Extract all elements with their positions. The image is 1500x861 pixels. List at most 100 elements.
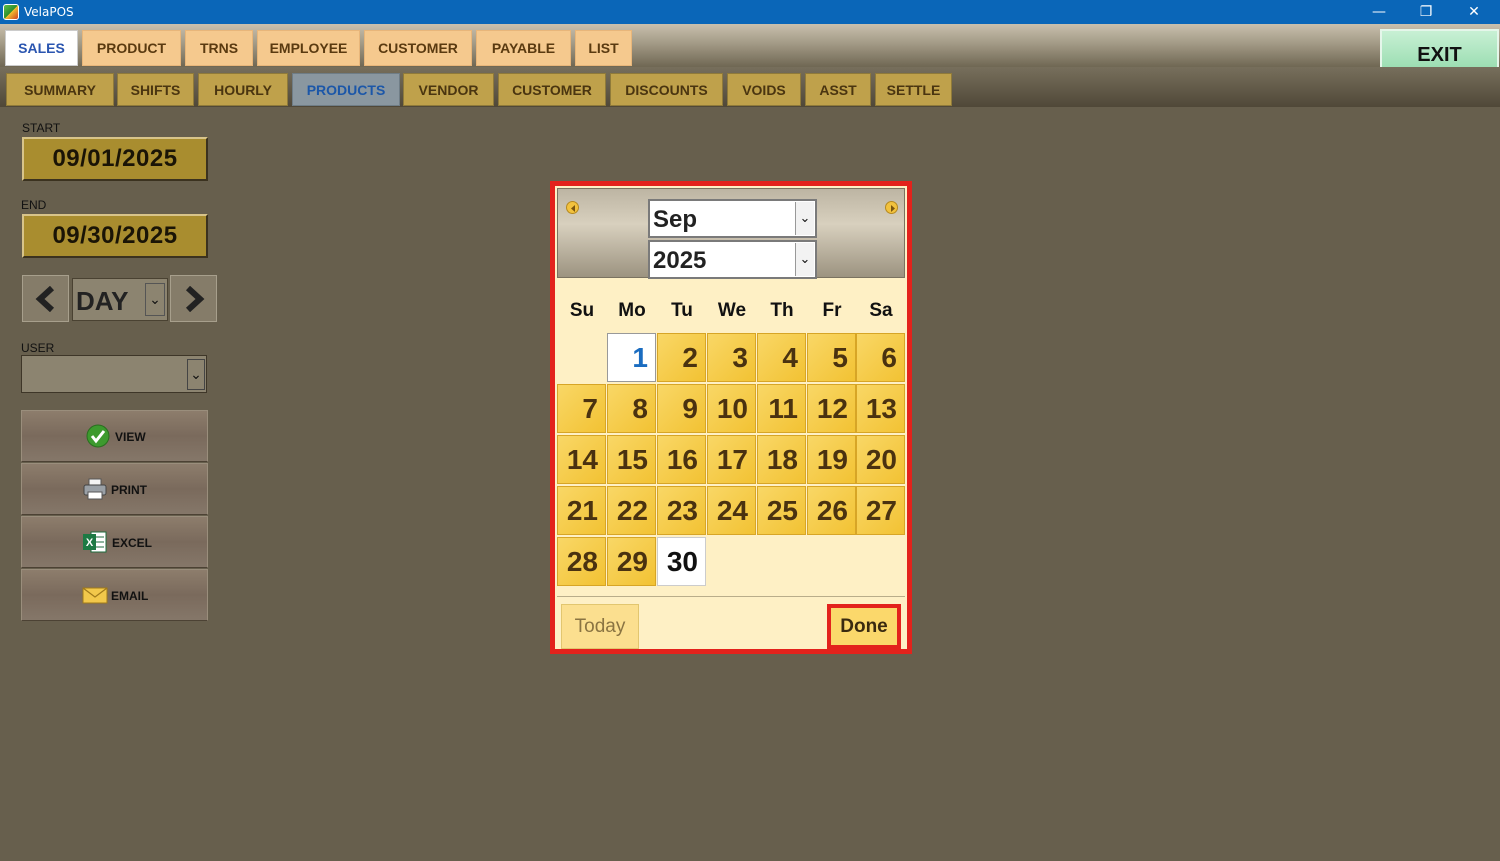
arrow-left-icon [571, 205, 575, 212]
tab-customer[interactable]: CUSTOMER [364, 30, 472, 66]
month-value: Sep [653, 206, 698, 233]
calendar-day-27[interactable]: 27 [856, 486, 905, 535]
weekday-header: Sa [869, 300, 893, 321]
calendar-day-26[interactable]: 26 [807, 486, 856, 535]
calendar-day-3[interactable]: 3 [707, 333, 756, 382]
tab-trns[interactable]: TRNS [185, 30, 253, 66]
chevron-down-icon: ⌄ [795, 202, 814, 235]
calendar-day-20[interactable]: 20 [856, 435, 905, 484]
tab-payable[interactable]: PAYABLE [476, 30, 571, 66]
chevron-right-icon [185, 286, 205, 312]
calendar-day-5[interactable]: 5 [807, 333, 856, 382]
check-icon [86, 424, 110, 448]
user-select[interactable]: ⌄ [21, 355, 207, 393]
calendar-day-1[interactable]: 1 [607, 333, 656, 382]
calendar-day-21[interactable]: 21 [557, 486, 606, 535]
weekday-header: Su [569, 300, 595, 321]
restore-button[interactable]: ❐ [1403, 0, 1449, 24]
calendar-footer-divider [557, 596, 905, 597]
next-month-button[interactable] [885, 201, 898, 214]
subtab-vendor[interactable]: VENDOR [403, 73, 494, 106]
year-select[interactable]: 2025 ⌄ [648, 240, 817, 279]
next-period-button[interactable] [170, 275, 217, 322]
minimize-button[interactable]: — [1356, 0, 1402, 24]
calendar-day-11[interactable]: 11 [757, 384, 806, 433]
subtab-discounts[interactable]: DISCOUNTS [610, 73, 723, 106]
chevron-down-icon: ⌄ [187, 359, 205, 390]
view-label: VIEW [115, 430, 146, 444]
chevron-down-icon: ⌄ [795, 243, 814, 276]
email-button[interactable]: EMAIL [21, 569, 208, 621]
start-label: START [22, 121, 61, 135]
calendar-day-15[interactable]: 15 [607, 435, 656, 484]
calendar-day-9[interactable]: 9 [657, 384, 706, 433]
calendar-day-24[interactable]: 24 [707, 486, 756, 535]
tab-product[interactable]: PRODUCT [82, 30, 181, 66]
weekday-header: Tu [671, 300, 693, 321]
calendar-day-7[interactable]: 7 [557, 384, 606, 433]
calendar-day-22[interactable]: 22 [607, 486, 656, 535]
tab-list[interactable]: LIST [575, 30, 632, 66]
title-bar: VelaPOS — ❐ ✕ [0, 0, 1500, 24]
window-title: VelaPOS [24, 5, 74, 19]
excel-icon: X [83, 531, 107, 553]
subtab-voids[interactable]: VOIDS [727, 73, 801, 106]
calendar-header: Sep ⌄ 2025 ⌄ [557, 188, 905, 279]
start-date-field[interactable]: 09/01/2025 [22, 137, 208, 181]
previous-period-button[interactable] [22, 275, 69, 322]
printer-icon [83, 478, 107, 500]
calendar-day-14[interactable]: 14 [557, 435, 606, 484]
calendar-day-8[interactable]: 8 [607, 384, 656, 433]
user-label: USER [21, 341, 55, 355]
calendar-day-25[interactable]: 25 [757, 486, 806, 535]
email-label: EMAIL [111, 589, 149, 603]
calendar-day-13[interactable]: 13 [856, 384, 905, 433]
subtab-settle[interactable]: SETTLE [875, 73, 952, 106]
calendar-day-30[interactable]: 30 [657, 537, 706, 586]
calendar-day-19[interactable]: 19 [807, 435, 856, 484]
chevron-left-icon [35, 286, 55, 312]
subtab-products[interactable]: PRODUCTS [292, 73, 400, 106]
date-picker-popup: Sep ⌄ 2025 ⌄ Su Mo Tu We Th Fr Sa 1 2 3 … [550, 181, 912, 654]
envelope-icon [82, 587, 108, 604]
calendar-day-23[interactable]: 23 [657, 486, 706, 535]
print-button[interactable]: PRINT [21, 463, 208, 515]
svg-text:X: X [86, 537, 94, 549]
calendar-day-4[interactable]: 4 [757, 333, 806, 382]
previous-month-button[interactable] [566, 201, 579, 214]
calendar-day-2[interactable]: 2 [657, 333, 706, 382]
weekday-header: We [717, 300, 747, 321]
calendar-day-10[interactable]: 10 [707, 384, 756, 433]
subtab-shifts[interactable]: SHIFTS [117, 73, 194, 106]
period-select[interactable]: DAY ⌄ [72, 278, 168, 321]
calendar-day-29[interactable]: 29 [607, 537, 656, 586]
weekday-header: Th [770, 300, 794, 321]
year-value: 2025 [653, 247, 707, 274]
weekday-header: Mo [618, 300, 646, 321]
subtab-asst[interactable]: ASST [805, 73, 871, 106]
calendar-day-6[interactable]: 6 [856, 333, 905, 382]
period-value: DAY [76, 286, 129, 316]
subtab-hourly[interactable]: HOURLY [198, 73, 288, 106]
excel-button[interactable]: X EXCEL [21, 516, 208, 568]
done-button[interactable]: Done [827, 604, 901, 649]
today-button[interactable]: Today [561, 604, 639, 649]
subtab-summary[interactable]: SUMMARY [6, 73, 114, 106]
view-button[interactable]: VIEW [21, 410, 208, 462]
calendar-day-12[interactable]: 12 [807, 384, 856, 433]
excel-label: EXCEL [112, 536, 153, 550]
end-date-field[interactable]: 09/30/2025 [22, 214, 208, 258]
calendar-day-16[interactable]: 16 [657, 435, 706, 484]
calendar-day-18[interactable]: 18 [757, 435, 806, 484]
subtab-customer[interactable]: CUSTOMER [498, 73, 606, 106]
tab-sales[interactable]: SALES [5, 30, 78, 66]
end-label: END [21, 198, 47, 212]
chevron-down-icon: ⌄ [145, 283, 165, 316]
tab-employee[interactable]: EMPLOYEE [257, 30, 360, 66]
month-select[interactable]: Sep ⌄ [648, 199, 817, 238]
app-logo-icon [3, 4, 19, 20]
close-window-button[interactable]: ✕ [1451, 0, 1497, 24]
calendar-day-28[interactable]: 28 [557, 537, 606, 586]
calendar-day-17[interactable]: 17 [707, 435, 756, 484]
print-label: PRINT [111, 483, 147, 497]
